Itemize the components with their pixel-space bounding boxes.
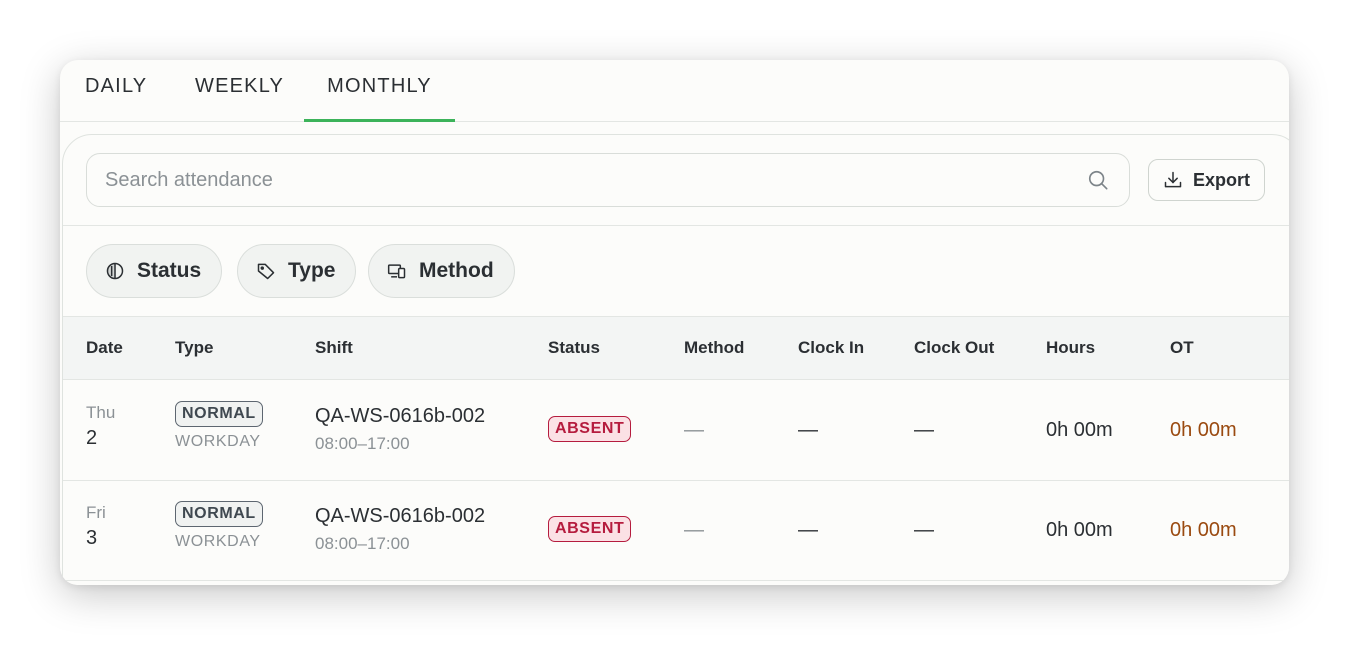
shift-time: 08:00–17:00 bbox=[315, 534, 410, 553]
type-badge: NORMAL bbox=[175, 501, 263, 527]
day-of-month: 2 bbox=[86, 427, 98, 449]
hours-value: 0h 00m bbox=[1046, 419, 1113, 441]
tab-daily[interactable]: DAILY bbox=[85, 60, 147, 122]
type-cell: NORMAL WORKDAY bbox=[175, 401, 263, 451]
col-type[interactable]: Type bbox=[175, 317, 213, 379]
tab-monthly[interactable]: MONTHLY bbox=[304, 60, 455, 122]
shift-cell: QA-WS-0616b-002 08:00–17:00 bbox=[315, 405, 485, 454]
export-button[interactable]: Export bbox=[1148, 159, 1265, 201]
active-tab-indicator bbox=[304, 119, 455, 122]
day-of-week: Fri bbox=[86, 503, 106, 522]
clock-in-value: — bbox=[798, 519, 818, 541]
type-cell: NORMAL WORKDAY bbox=[175, 501, 263, 551]
col-clock-in[interactable]: Clock In bbox=[798, 317, 864, 379]
shift-name: QA-WS-0616b-002 bbox=[315, 405, 486, 427]
type-subtitle: WORKDAY bbox=[175, 433, 261, 450]
clock-out-value: — bbox=[914, 519, 934, 541]
col-status[interactable]: Status bbox=[548, 317, 600, 379]
date-cell: Thu 2 bbox=[86, 403, 115, 450]
filter-status-label: Status bbox=[137, 259, 202, 282]
ot-value: 0h 00m bbox=[1170, 419, 1237, 441]
export-label: Export bbox=[1192, 169, 1250, 190]
type-badge: NORMAL bbox=[175, 401, 263, 427]
shift-time: 08:00–17:00 bbox=[315, 434, 410, 453]
col-ot[interactable]: OT bbox=[1170, 317, 1194, 379]
col-date[interactable]: Date bbox=[86, 317, 123, 379]
date-cell: Fri 3 bbox=[86, 503, 106, 550]
table-row[interactable]: Thu 2 NORMAL WORKDAY QA-WS-0616b-002 08:… bbox=[63, 381, 1289, 481]
day-of-month: 3 bbox=[86, 527, 98, 549]
status-cell: ABSENT bbox=[548, 416, 632, 442]
filter-method[interactable]: Method bbox=[368, 244, 515, 298]
filter-type[interactable]: Type bbox=[237, 244, 357, 298]
filter-type-label: Type bbox=[288, 259, 336, 282]
ot-value: 0h 00m bbox=[1170, 519, 1237, 541]
status-badge: ABSENT bbox=[548, 516, 632, 542]
col-method[interactable]: Method bbox=[684, 317, 744, 379]
period-tabs: DAILY WEEKLY MONTHLY bbox=[60, 60, 1289, 122]
shift-name: QA-WS-0616b-002 bbox=[315, 505, 486, 527]
contrast-icon bbox=[106, 262, 124, 280]
attendance-card: DAILY WEEKLY MONTHLY Export bbox=[60, 60, 1289, 585]
clock-out-value: — bbox=[914, 419, 934, 441]
filter-method-label: Method bbox=[419, 259, 494, 282]
col-hours[interactable]: Hours bbox=[1046, 317, 1095, 379]
col-clock-out[interactable]: Clock Out bbox=[914, 317, 994, 379]
hours-value: 0h 00m bbox=[1046, 519, 1113, 541]
search-input[interactable] bbox=[105, 154, 1065, 206]
tag-icon bbox=[257, 263, 275, 280]
attendance-panel: Export Status Type M bbox=[62, 134, 1289, 585]
shift-cell: QA-WS-0616b-002 08:00–17:00 bbox=[315, 505, 485, 554]
devices-icon bbox=[387, 264, 406, 279]
day-of-week: Thu bbox=[86, 403, 116, 422]
table-row[interactable]: Fri 3 NORMAL WORKDAY QA-WS-0616b-002 08:… bbox=[63, 481, 1289, 581]
tab-weekly[interactable]: WEEKLY bbox=[195, 60, 283, 122]
col-shift[interactable]: Shift bbox=[315, 317, 353, 379]
search-icon[interactable] bbox=[1087, 169, 1109, 191]
section-divider bbox=[63, 225, 1289, 226]
table-header: Date Type Shift Status Method Clock In C… bbox=[63, 316, 1289, 380]
status-cell: ABSENT bbox=[548, 516, 632, 542]
download-icon bbox=[1164, 171, 1182, 188]
status-badge: ABSENT bbox=[548, 416, 632, 442]
filter-status[interactable]: Status bbox=[86, 244, 223, 298]
method-value: — bbox=[684, 419, 704, 441]
method-value: — bbox=[684, 519, 704, 541]
search-box bbox=[86, 153, 1130, 207]
type-subtitle: WORKDAY bbox=[175, 533, 261, 550]
clock-in-value: — bbox=[798, 419, 818, 441]
